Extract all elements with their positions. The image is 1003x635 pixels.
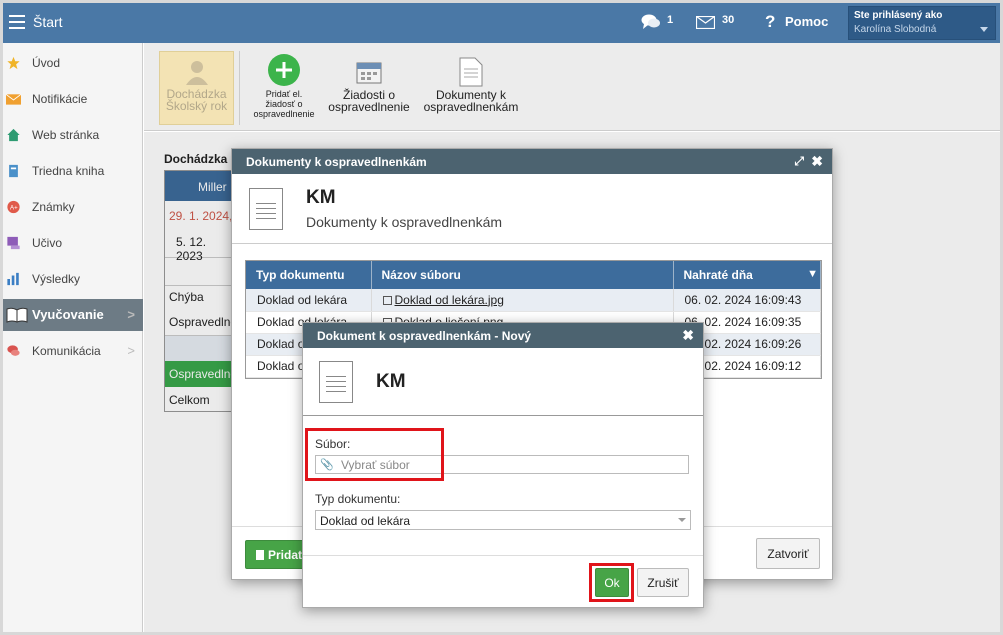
home-link[interactable]: Štart bbox=[33, 14, 63, 30]
cell-file[interactable]: Doklad od lekára.jpg bbox=[371, 289, 674, 312]
document-type-label: Typ dokumentu: bbox=[315, 492, 401, 506]
sidebar-item-triedna-kniha[interactable]: Triedna kniha bbox=[3, 155, 143, 187]
document-type-select[interactable]: Doklad od lekára bbox=[315, 510, 691, 530]
help-icon[interactable]: ? bbox=[765, 12, 775, 32]
document-icon bbox=[319, 361, 353, 403]
sidebar-item-znamky[interactable]: A+ Známky bbox=[3, 191, 143, 223]
plus-circle-icon bbox=[268, 54, 300, 86]
documents-dialog-header: Dokumenty k ospravedlnenkám ⤢ ✖ bbox=[232, 149, 832, 174]
sort-desc-icon: ▼ bbox=[807, 268, 818, 280]
document-type-value: Doklad od lekára bbox=[320, 514, 411, 528]
requests-label-2: ospravedlnenie bbox=[328, 100, 410, 114]
user-menu[interactable]: Ste prihlásený ako Karolína Slobodná bbox=[848, 6, 996, 40]
mail-icon[interactable] bbox=[696, 16, 715, 29]
sidebar-item-label: Známky bbox=[32, 200, 75, 214]
new-document-dialog-header: Dokument k ospravedlnenkám - Nový ✖ bbox=[303, 323, 703, 348]
chat-icon bbox=[7, 345, 20, 356]
add-label-3: ospravedlnenie bbox=[253, 109, 315, 119]
sidebar-item-label: Úvod bbox=[32, 56, 61, 70]
documents-heading: KM bbox=[306, 187, 336, 208]
table-row[interactable]: Doklad od lekára Doklad od lekára.jpg 06… bbox=[246, 289, 821, 312]
close-icon[interactable]: ✖ bbox=[682, 327, 694, 344]
cell-date: 06. 02. 2024 16:09:43 bbox=[673, 289, 821, 312]
top-bar: Štart 1 30 ? Pomoc Ste prihlásený ako Ka… bbox=[3, 3, 1000, 43]
star-icon bbox=[7, 56, 20, 70]
app-window: Štart 1 30 ? Pomoc Ste prihlásený ako Ka… bbox=[0, 0, 1003, 635]
attendance-button[interactable]: Dochádzka Školský rok bbox=[159, 51, 234, 125]
column-header-date[interactable]: Nahraté dňa ▼ bbox=[673, 261, 821, 289]
sidebar-item-label: Výsledky bbox=[32, 272, 81, 286]
sidebar-item-ucivo[interactable]: Učivo bbox=[3, 227, 143, 259]
sidebar-item-label: Vyučovanie bbox=[32, 307, 104, 322]
add-label-2: žiadosť o bbox=[265, 99, 303, 109]
cell-type: Doklad od lekára bbox=[246, 289, 372, 312]
open-book-icon bbox=[6, 307, 28, 323]
document-icon bbox=[249, 188, 283, 230]
divider bbox=[303, 415, 703, 416]
hamburger-menu-icon[interactable] bbox=[9, 15, 25, 29]
excuse-requests-button[interactable]: Žiadosti o ospravedlnenie bbox=[326, 57, 412, 113]
calendar-icon bbox=[356, 62, 382, 84]
sidebar-item-notifikacie[interactable]: Notifikácie bbox=[3, 83, 143, 115]
toolbar: Dochádzka Školský rok Pridať el. žiadosť… bbox=[144, 43, 1000, 131]
chevron-down-icon bbox=[678, 518, 686, 522]
envelope-icon bbox=[6, 93, 21, 105]
house-icon bbox=[7, 128, 20, 142]
column-header-date-label: Nahraté dňa bbox=[683, 268, 753, 282]
divider bbox=[232, 243, 832, 244]
documents-subheading: Dokumenty k ospravedlnenkám bbox=[306, 214, 503, 230]
new-document-heading: KM bbox=[376, 371, 406, 392]
close-icon[interactable]: ✖ bbox=[811, 153, 823, 170]
sidebar-item-label: Triedna kniha bbox=[32, 164, 105, 178]
image-file-icon bbox=[382, 295, 392, 305]
sidebar-item-vysledky[interactable]: Výsledky bbox=[3, 263, 143, 295]
sidebar-item-komunikacia[interactable]: Komunikácia > bbox=[3, 335, 143, 367]
highlight-box bbox=[589, 563, 634, 602]
book-icon bbox=[9, 164, 18, 178]
sidebar-item-label: Učivo bbox=[32, 236, 63, 250]
close-button[interactable]: Zatvoriť bbox=[756, 538, 820, 569]
divider bbox=[303, 555, 703, 556]
user-name: Karolína Slobodná bbox=[854, 24, 937, 35]
excuse-documents-button[interactable]: Dokumenty k ospravedlnenkám bbox=[422, 57, 520, 113]
sidebar-item-label: Web stránka bbox=[32, 128, 100, 142]
cancel-button[interactable]: Zrušiť bbox=[637, 568, 689, 597]
add-excuse-request-button[interactable]: Pridať el. žiadosť o ospravedlnenie bbox=[248, 53, 320, 119]
docs-label-2: ospravedlnenkám bbox=[423, 100, 519, 114]
chevron-right-icon: > bbox=[127, 307, 135, 322]
person-icon bbox=[185, 61, 208, 85]
attendance-label-2: Školský rok bbox=[165, 99, 228, 113]
document-icon bbox=[459, 57, 483, 87]
add-document-label: Pridať bbox=[268, 548, 304, 562]
new-document-dialog: Dokument k ospravedlnenkám - Nový ✖ KM S… bbox=[302, 322, 704, 608]
toolbar-divider bbox=[239, 51, 240, 125]
sidebar-item-uvod[interactable]: Úvod bbox=[3, 47, 143, 79]
sidebar-item-web[interactable]: Web stránka bbox=[3, 119, 143, 151]
sidebar-item-label: Komunikácia bbox=[32, 344, 101, 358]
sidebar-item-label: Notifikácie bbox=[32, 92, 88, 106]
sidebar-item-vyucovanie[interactable]: Vyučovanie > bbox=[3, 299, 143, 331]
column-header-type[interactable]: Typ dokumentu bbox=[246, 261, 372, 289]
sidebar: Úvod Notifikácie Web stránka Triedna kni… bbox=[3, 43, 143, 632]
chevron-down-icon bbox=[980, 27, 988, 32]
add-label-1: Pridať el. bbox=[265, 89, 303, 99]
user-caption: Ste prihlásený ako bbox=[854, 10, 943, 21]
highlight-box bbox=[305, 428, 444, 481]
svg-text:A+: A+ bbox=[10, 205, 18, 212]
file-link[interactable]: Doklad od lekára.jpg bbox=[395, 293, 504, 307]
monitor-icon bbox=[7, 236, 20, 250]
documents-dialog-title: Dokumenty k ospravedlnenkám bbox=[246, 155, 427, 169]
chat-bubble-icon[interactable] bbox=[641, 13, 661, 31]
new-document-dialog-title: Dokument k ospravedlnenkám - Nový bbox=[317, 329, 532, 343]
expand-icon[interactable]: ⤢ bbox=[794, 154, 804, 169]
messages-count[interactable]: 1 bbox=[667, 14, 673, 26]
grade-icon: A+ bbox=[7, 200, 20, 214]
document-icon bbox=[256, 550, 264, 560]
help-link[interactable]: Pomoc bbox=[785, 14, 828, 29]
chevron-right-icon: > bbox=[127, 343, 135, 358]
bar-chart-icon bbox=[7, 272, 19, 286]
column-header-file[interactable]: Názov súboru bbox=[371, 261, 674, 289]
mail-count[interactable]: 30 bbox=[722, 14, 734, 26]
